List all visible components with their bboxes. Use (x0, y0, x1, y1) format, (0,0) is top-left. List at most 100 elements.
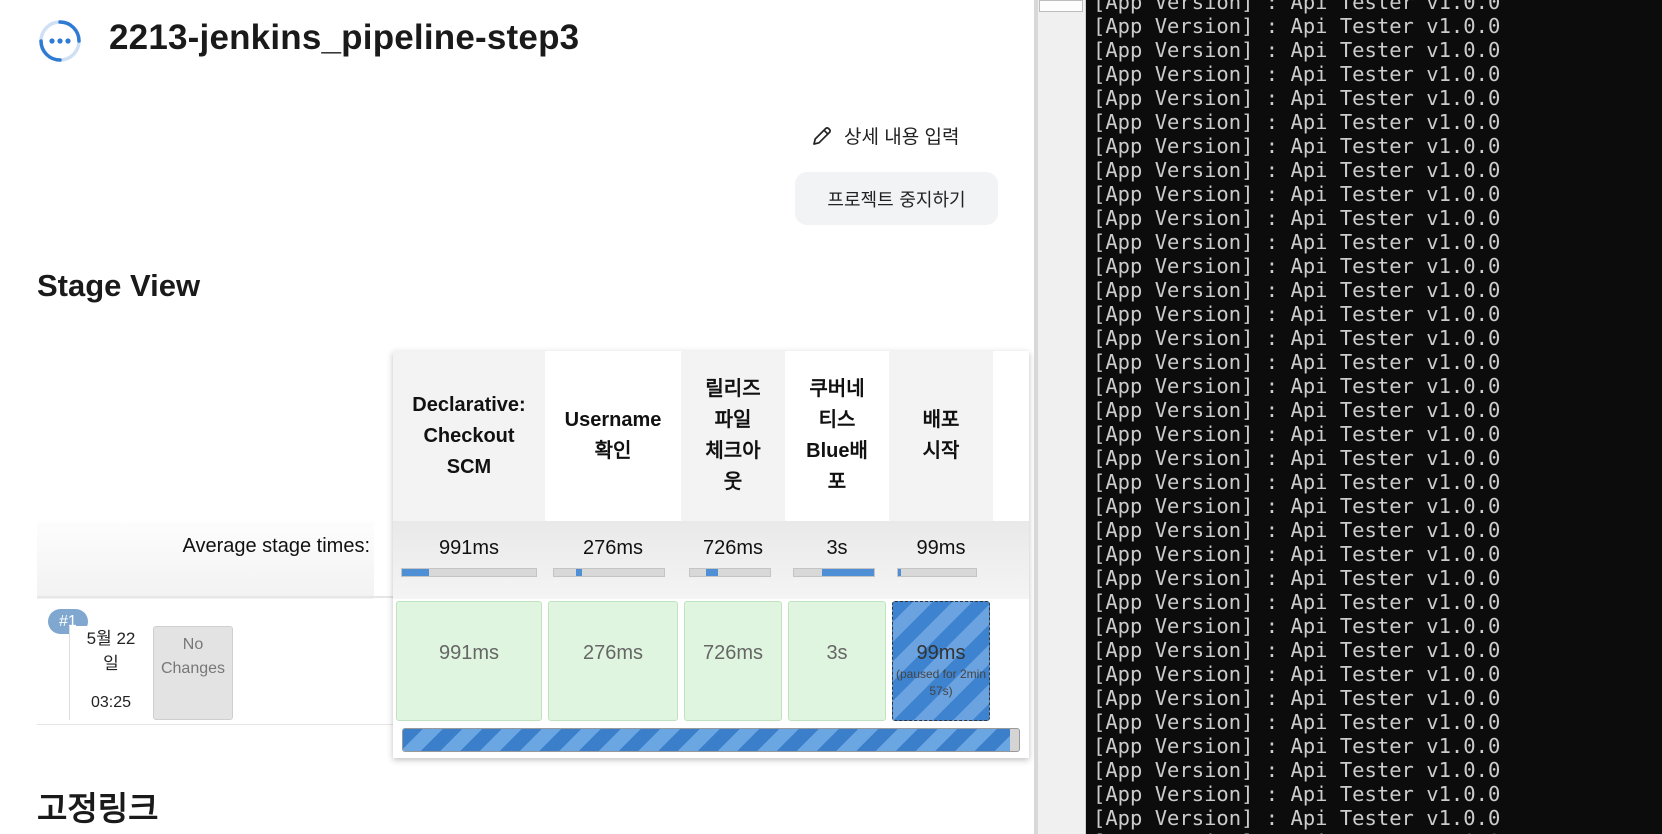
scrollbar-thumb[interactable] (1039, 0, 1083, 12)
stage-average-bar (689, 568, 771, 577)
stage-header-line: 포 (827, 471, 847, 493)
stage-view-title: Stage View (37, 268, 201, 303)
build-date-line: 5월 22 (86, 629, 136, 648)
terminal-line: [App Version] : Api Tester v1.0.0 (1093, 710, 1501, 734)
stage-header-line: Blue배 (806, 440, 868, 462)
stage-average-bar-fill (706, 569, 718, 576)
stage-header: Username 확인 (545, 351, 681, 521)
stage-average-bar (793, 568, 875, 577)
edit-description-link[interactable]: 상세 내용 입력 (810, 122, 959, 149)
build-progress-fill (403, 729, 1010, 751)
stage-average-bar (401, 568, 537, 577)
stage-header-line: SCM (446, 455, 492, 478)
stage-header-line: 쿠버네 (809, 378, 865, 400)
terminal-line: [App Version] : Api Tester v1.0.0 (1093, 830, 1500, 834)
terminal-line: [App Version] : Api Tester v1.0.0 (1093, 254, 1501, 278)
terminal-line: [App Version] : Api Tester v1.0.0 (1093, 542, 1501, 566)
stage-header-line: 릴리즈 (705, 378, 761, 400)
stage-run-cell[interactable]: 726ms (684, 601, 782, 721)
stage-header: Declarative: Checkout SCM (393, 351, 545, 521)
terminal-line: [App Version] : Api Tester v1.0.0 (1093, 230, 1501, 254)
stage-average-time: 276ms (582, 537, 644, 559)
terminal-line: [App Version] : Api Tester v1.0.0 (1093, 470, 1501, 494)
average-times-label: Average stage times: (182, 535, 370, 557)
stage-average-cell: 276ms (545, 521, 681, 599)
stage-header-line: 배포 (922, 409, 960, 431)
terminal-line: [App Version] : Api Tester v1.0.0 (1093, 38, 1501, 62)
stage-header-line: 체크아 (705, 440, 761, 462)
stage-run-time: 99ms (916, 642, 966, 664)
build-date: 5월 22 일 03:25 (69, 626, 152, 720)
terminal-line: [App Version] : Api Tester v1.0.0 (1093, 0, 1501, 14)
terminal-line: [App Version] : Api Tester v1.0.0 (1093, 566, 1501, 590)
stage-average-cell: 991ms (393, 521, 545, 599)
terminal-line: [App Version] : Api Tester v1.0.0 (1093, 374, 1501, 398)
terminal-line: [App Version] : Api Tester v1.0.0 (1093, 758, 1501, 782)
stage-pause-note-line: 57s) (929, 684, 953, 698)
stage-average-time: 991ms (438, 537, 500, 559)
build-progress-bar (402, 728, 1020, 752)
stage-header-label: 쿠버네티스 Blue배포 (806, 374, 868, 498)
stage-run-time: 991ms (438, 642, 500, 664)
terminal-line: [App Version] : Api Tester v1.0.0 (1093, 302, 1501, 326)
stage-average-bar-fill (898, 569, 902, 576)
terminal-line: [App Version] : Api Tester v1.0.0 (1093, 734, 1501, 758)
terminal-line: [App Version] : Api Tester v1.0.0 (1093, 278, 1501, 302)
terminal-line: [App Version] : Api Tester v1.0.0 (1093, 806, 1501, 830)
terminal-line: [App Version] : Api Tester v1.0.0 (1093, 182, 1501, 206)
stage-header-line: Username (564, 409, 662, 431)
terminal-line: [App Version] : Api Tester v1.0.0 (1093, 638, 1501, 662)
terminal-line: [App Version] : Api Tester v1.0.0 (1093, 494, 1501, 518)
stage-header-line: 시작 (922, 440, 960, 462)
stage-average-bar-fill (576, 569, 582, 576)
terminal-line: [App Version] : Api Tester v1.0.0 (1093, 686, 1501, 710)
terminal-line: [App Version] : Api Tester v1.0.0 (1093, 62, 1501, 86)
stage-average-bar-fill (822, 569, 874, 576)
jenkins-job-page: 2213-jenkins_pipeline-step3 상세 내용 입력 프로젝… (0, 0, 1034, 834)
stage-header-label: 릴리즈 파일 체크아 웃 (705, 374, 760, 498)
terminal-line: [App Version] : Api Tester v1.0.0 (1093, 398, 1501, 422)
stage-average-time: 3s (826, 537, 848, 559)
build-row: #1 5월 22 일 03:25 No Changes (37, 596, 393, 725)
build-date-line: 일 (103, 654, 119, 673)
build-time: 03:25 (90, 694, 132, 711)
terminal-line: [App Version] : Api Tester v1.0.0 (1093, 518, 1501, 542)
stage-average-cell: 99ms (889, 521, 993, 599)
stage-view-table: Declarative: Checkout SCM 991ms 991ms Usernam… (393, 351, 1029, 758)
stage-average-cell: 3s (785, 521, 889, 599)
terminal-line: [App Version] : Api Tester v1.0.0 (1093, 446, 1501, 470)
stage-pause-note-line: (paused for 2min (895, 667, 987, 681)
terminal-line: [App Version] : Api Tester v1.0.0 (1093, 206, 1501, 230)
stage-run-cell[interactable]: 3s (788, 601, 886, 721)
vertical-scrollbar[interactable] (1038, 0, 1086, 834)
stage-average-cell: 726ms (681, 521, 785, 599)
stage-header: 쿠버네티스 Blue배포 (785, 351, 889, 521)
stage-run-time: 3s (826, 642, 848, 664)
stage-average-time: 99ms (916, 537, 966, 559)
stage-run-cell[interactable]: 991ms (396, 601, 542, 721)
terminal-line: [App Version] : Api Tester v1.0.0 (1093, 14, 1501, 38)
terminal-line: [App Version] : Api Tester v1.0.0 (1093, 134, 1501, 158)
stop-project-button[interactable]: 프로젝트 중지하기 (795, 172, 998, 225)
changes-cell[interactable]: No Changes (153, 626, 233, 720)
stage-header: 릴리즈 파일 체크아 웃 (681, 351, 785, 521)
stage-average-bar (897, 568, 977, 577)
stage-average-bar (553, 568, 665, 577)
job-title: 2213-jenkins_pipeline-step3 (109, 18, 580, 57)
terminal-line: [App Version] : Api Tester v1.0.0 (1093, 662, 1501, 686)
terminal-output[interactable]: [App Version] : Api Tester v1.0.0 [App Ve… (1086, 0, 1662, 834)
permalinks-title: 고정링크 (37, 790, 159, 827)
stage-run-cell[interactable]: 276ms (548, 601, 678, 721)
stage-header-label: Declarative: Checkout SCM (412, 390, 525, 483)
stage-header-line: 티스 (818, 409, 856, 431)
terminal-line: [App Version] : Api Tester v1.0.0 (1093, 86, 1501, 110)
changes-line: Changes (160, 660, 226, 677)
terminal-line: [App Version] : Api Tester v1.0.0 (1093, 110, 1501, 134)
terminal-line: [App Version] : Api Tester v1.0.0 (1093, 614, 1501, 638)
terminal-line: [App Version] : Api Tester v1.0.0 (1093, 158, 1501, 182)
terminal-line: [App Version] : Api Tester v1.0.0 (1093, 782, 1501, 806)
stage-run-cell-paused[interactable]: 99ms (paused for 2min 57s) (892, 601, 990, 721)
stage-header-line: Declarative: (412, 393, 526, 416)
terminal-line: [App Version] : Api Tester v1.0.0 (1093, 590, 1501, 614)
terminal-line: [App Version] : Api Tester v1.0.0 (1093, 326, 1501, 350)
